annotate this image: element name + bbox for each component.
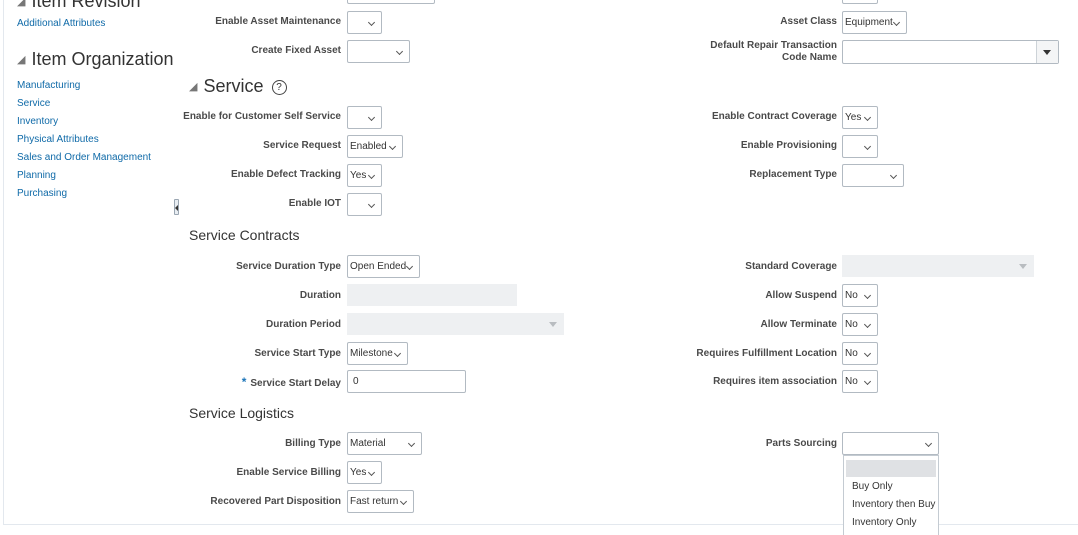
standard-coverage-combobox-disabled (842, 255, 1034, 277)
create-fixed-asset-label: Create Fixed Asset (251, 45, 341, 56)
chevron-down-icon (399, 497, 408, 506)
chevron-down-icon (924, 439, 933, 448)
collapse-triangle-icon: ◢ (17, 0, 26, 8)
parts-sourcing-select[interactable] (842, 432, 939, 455)
service-contracts-heading: Service Contracts (189, 227, 300, 243)
enable-provisioning-select[interactable] (842, 135, 878, 158)
enable-service-billing-select[interactable]: Yes (347, 461, 382, 484)
service-request-select[interactable]: Enabled (347, 135, 403, 158)
requires-fulfillment-location-select[interactable]: No (842, 342, 878, 365)
sidebar-link-planning[interactable]: Planning (17, 170, 56, 181)
help-icon[interactable]: ? (271, 80, 287, 95)
parts-sourcing-option-inventory-then-buy[interactable]: Inventory then Buy (846, 496, 936, 513)
enable-contract-coverage-select[interactable]: Yes (842, 106, 878, 129)
dropdown-arrow-icon (542, 313, 564, 335)
sidebar-link-additional-attributes[interactable]: Additional Attributes (17, 18, 105, 29)
dropdown-arrow-icon[interactable] (1036, 41, 1058, 63)
enable-provisioning-label: Enable Provisioning (740, 140, 837, 151)
enable-iot-label: Enable IOT (288, 198, 341, 209)
enable-iot-select[interactable] (347, 193, 382, 216)
billing-type-label: Billing Type (285, 438, 341, 449)
enable-customer-self-service-select[interactable] (347, 106, 382, 129)
requires-item-association-label: Requires item association (713, 376, 837, 387)
parts-sourcing-option-buy-only[interactable]: Buy Only (846, 478, 936, 495)
chevron-down-icon (367, 200, 376, 209)
allow-terminate-label: Allow Terminate (760, 319, 838, 330)
requires-item-association-select[interactable]: No (842, 370, 878, 393)
enable-customer-self-service-label: Enable for Customer Self Service (183, 111, 341, 122)
allow-suspend-label: Allow Suspend (765, 290, 837, 301)
allow-terminate-select[interactable]: No (842, 313, 878, 336)
chevron-down-icon (405, 262, 414, 271)
sidebar-link-service[interactable]: Service (17, 98, 50, 109)
chevron-down-icon (395, 47, 404, 56)
enable-defect-tracking-select[interactable]: Yes (347, 164, 382, 187)
chevron-down-icon (863, 291, 872, 300)
sidebar-link-physical-attributes[interactable]: Physical Attributes (17, 134, 99, 145)
enable-asset-maintenance-select[interactable] (347, 11, 382, 34)
create-fixed-asset-select[interactable] (347, 40, 410, 63)
duration-period-combobox-disabled (347, 313, 564, 335)
default-repair-transaction-label: Default Repair Transaction Code Name (710, 40, 837, 63)
chevron-down-icon (863, 320, 872, 329)
item-revision-heading[interactable]: ◢ Item Revision (17, 0, 141, 12)
standard-coverage-label: Standard Coverage (745, 261, 837, 272)
chevron-down-icon (367, 171, 376, 180)
enable-contract-coverage-label: Enable Contract Coverage (711, 111, 837, 122)
chevron-down-icon (863, 142, 872, 151)
service-start-delay-input[interactable]: 0 (347, 370, 466, 393)
sidebar-link-purchasing[interactable]: Purchasing (17, 188, 67, 199)
allow-suspend-select[interactable]: No (842, 284, 878, 307)
chevron-down-icon (388, 142, 397, 151)
truncated-field-top-right[interactable] (842, 0, 878, 4)
chevron-down-icon (889, 171, 898, 180)
enable-service-billing-label: Enable Service Billing (236, 467, 341, 478)
parts-sourcing-dropdown-list: Buy Only Inventory then Buy Inventory On… (843, 455, 939, 535)
service-start-type-label: Service Start Type (254, 348, 341, 359)
asset-class-select[interactable]: Equipment (842, 11, 907, 34)
dropdown-arrow-icon (1012, 255, 1034, 277)
service-duration-type-label: Service Duration Type (236, 261, 341, 272)
sidebar-link-sales-order-management[interactable]: Sales and Order Management (17, 152, 151, 163)
collapse-triangle-icon: ◢ (17, 54, 26, 66)
sidebar-link-manufacturing[interactable]: Manufacturing (17, 80, 80, 91)
pane-splitter-collapse-handle[interactable] (174, 199, 179, 215)
item-organization-heading[interactable]: ◢ Item Organization (17, 49, 174, 70)
required-asterisk-icon: * (241, 375, 247, 389)
enable-asset-maintenance-label: Enable Asset Maintenance (215, 16, 341, 27)
requires-fulfillment-location-label: Requires Fulfillment Location (696, 348, 837, 359)
chevron-down-icon (407, 439, 416, 448)
parts-sourcing-option-inventory-only[interactable]: Inventory Only (846, 514, 936, 531)
parts-sourcing-option-blank[interactable] (846, 460, 936, 477)
asset-class-label: Asset Class (780, 16, 837, 27)
parts-sourcing-label: Parts Sourcing (765, 438, 837, 449)
chevron-down-icon (863, 349, 872, 358)
duration-input-disabled (347, 284, 517, 306)
service-request-label: Service Request (263, 140, 341, 151)
service-duration-type-select[interactable]: Open Ended (347, 255, 420, 278)
duration-period-label: Duration Period (265, 319, 341, 330)
truncated-field-top-left[interactable] (347, 0, 435, 4)
collapse-triangle-icon: ◢ (189, 81, 198, 93)
service-section-heading[interactable]: ◢ Service? (189, 76, 287, 97)
service-start-type-select[interactable]: Milestone (347, 342, 408, 365)
chevron-down-icon (892, 18, 901, 27)
service-start-delay-label: * Service Start Delay (241, 375, 341, 389)
recovered-part-disposition-select[interactable]: Fast return (347, 490, 414, 513)
duration-label: Duration (299, 290, 341, 301)
chevron-down-icon (367, 113, 376, 122)
chevron-down-icon (863, 377, 872, 386)
chevron-down-icon (863, 113, 872, 122)
billing-type-select[interactable]: Material (347, 432, 422, 455)
sidebar-link-inventory[interactable]: Inventory (17, 116, 58, 127)
replacement-type-select[interactable] (842, 164, 904, 187)
recovered-part-disposition-label: Recovered Part Disposition (210, 496, 341, 507)
chevron-down-icon (367, 468, 376, 477)
service-logistics-heading: Service Logistics (189, 405, 295, 421)
replacement-type-label: Replacement Type (749, 169, 837, 180)
chevron-down-icon (367, 18, 376, 27)
chevron-down-icon (393, 349, 402, 358)
default-repair-transaction-combobox[interactable] (842, 40, 1059, 64)
enable-defect-tracking-label: Enable Defect Tracking (230, 169, 341, 180)
